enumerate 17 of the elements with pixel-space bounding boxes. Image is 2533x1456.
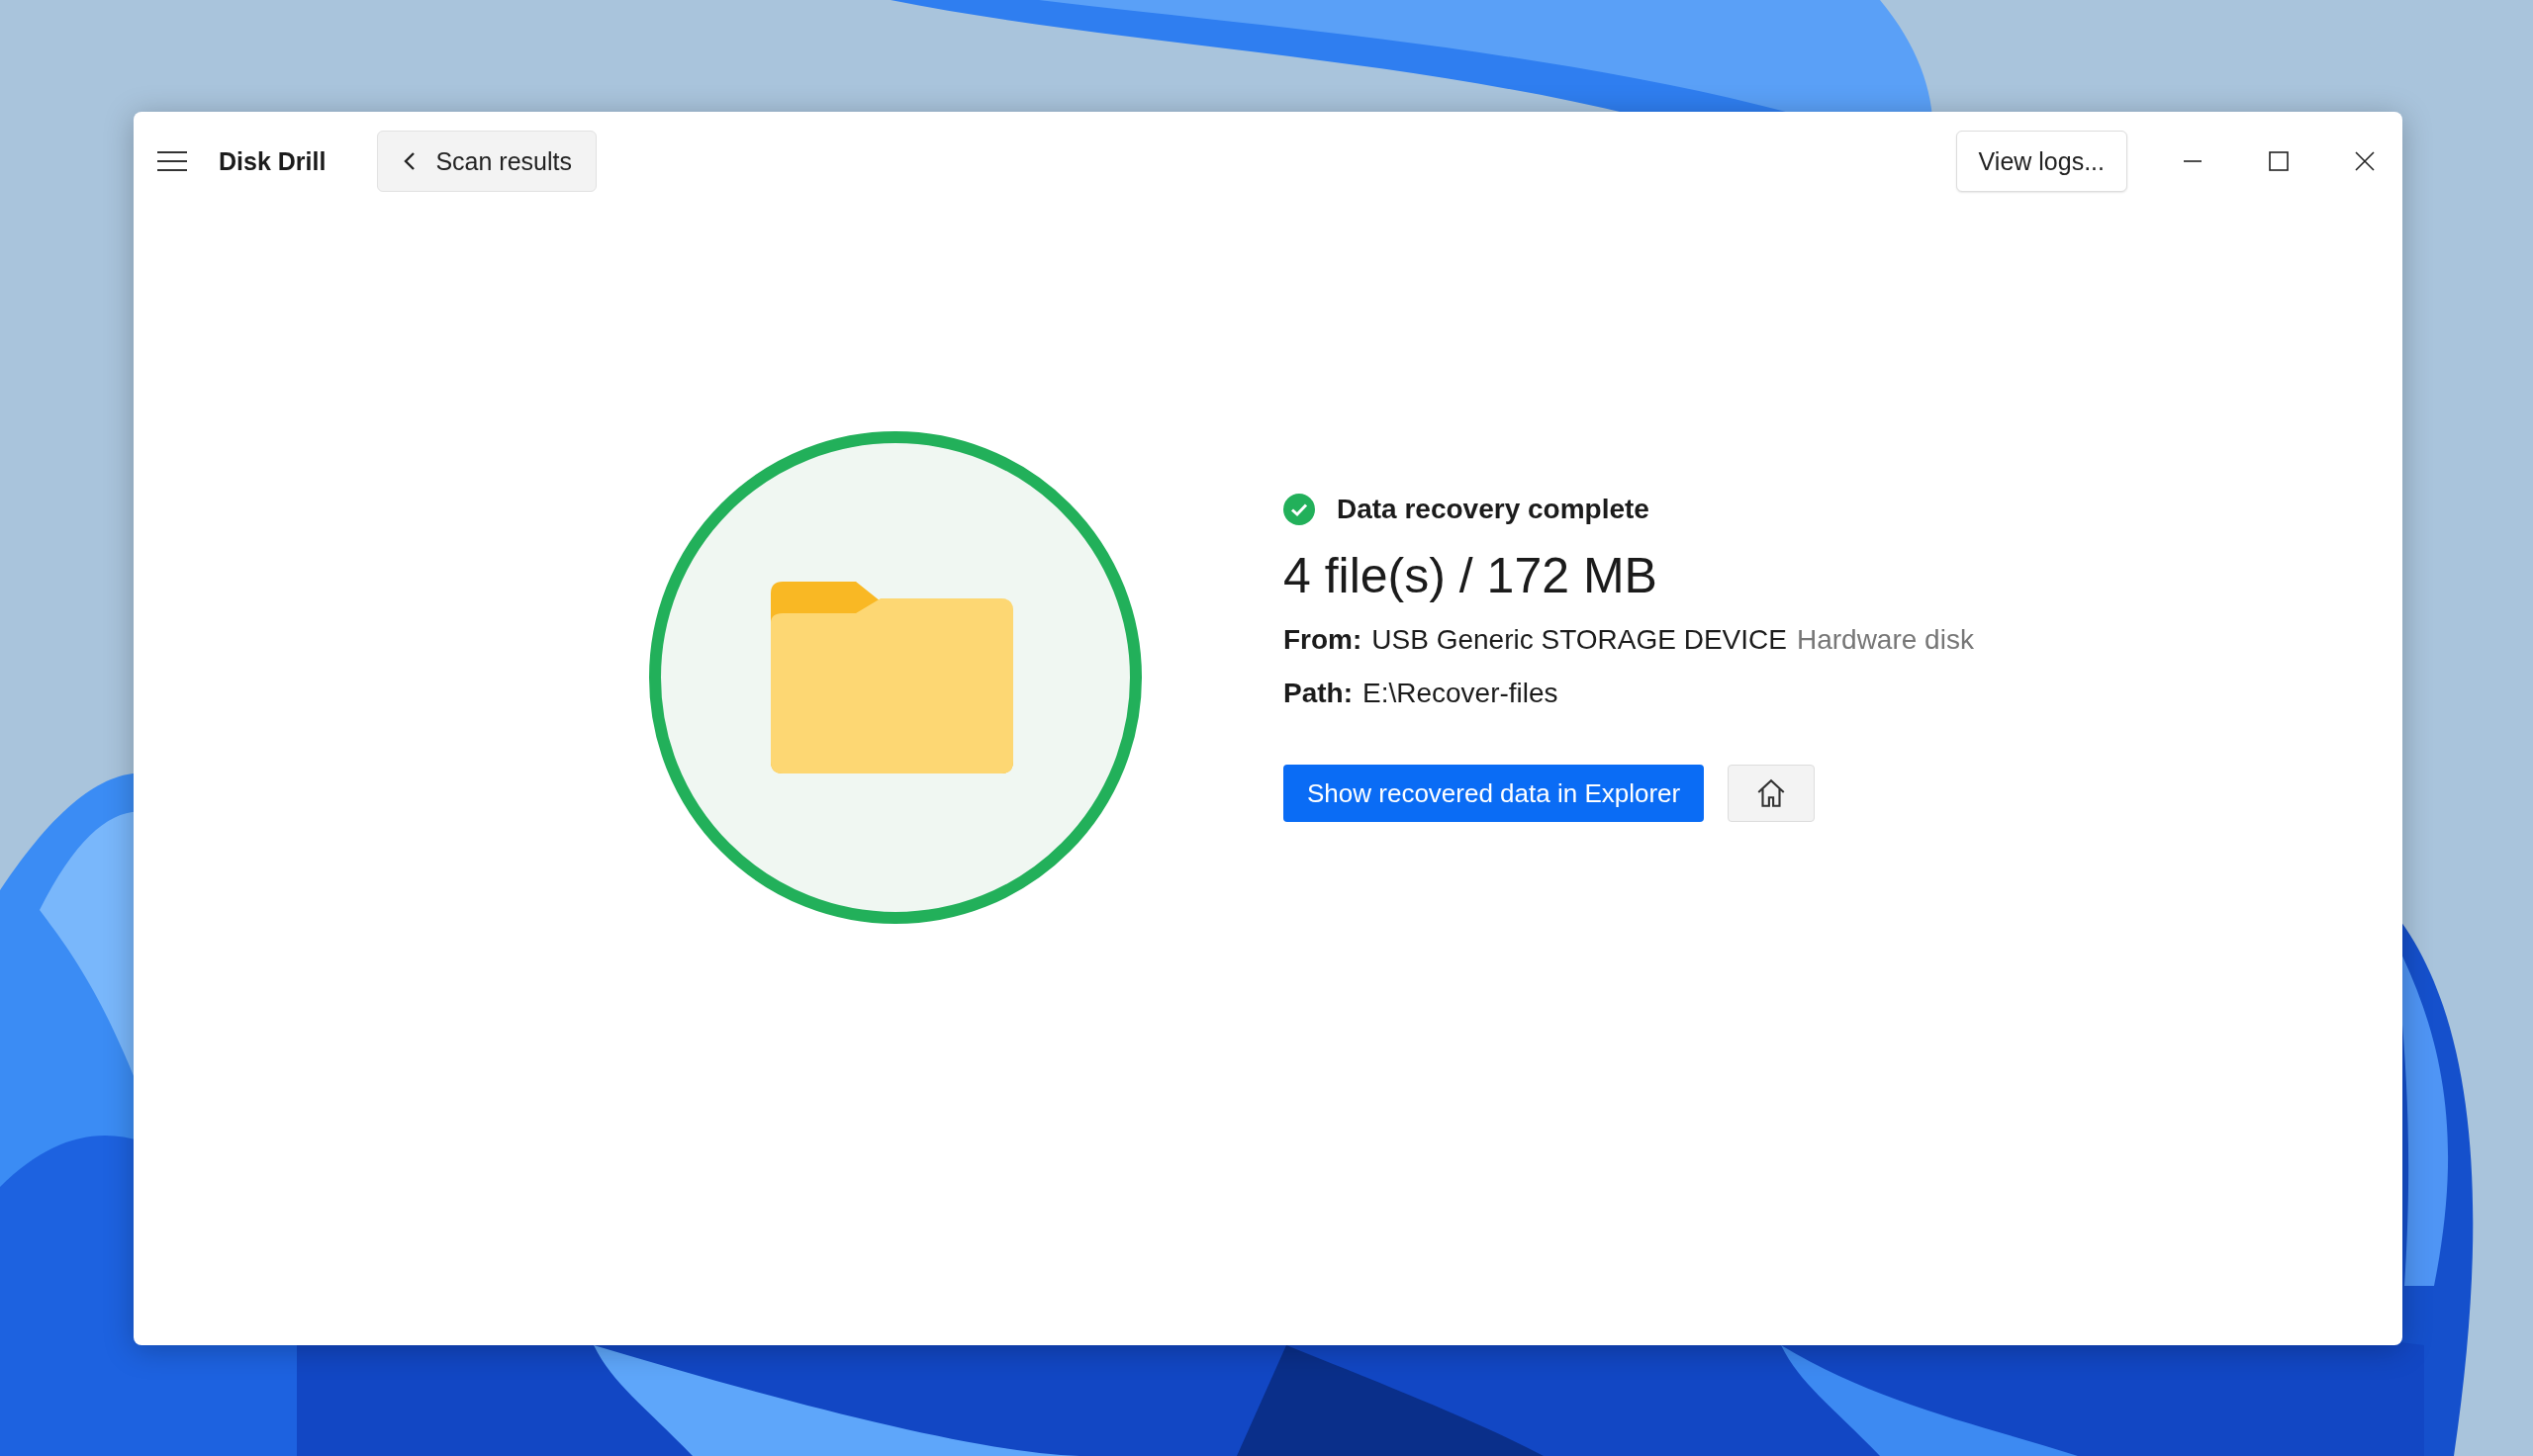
device-name: USB Generic STORAGE DEVICE [1371,624,1787,656]
menu-icon[interactable] [157,150,187,172]
close-icon[interactable] [2355,151,2375,171]
path-value: E:\Recover-files [1362,678,1558,709]
path-label: Path: [1283,678,1353,709]
device-type: Hardware disk [1796,624,1974,656]
show-in-explorer-button[interactable]: Show recovered data in Explorer [1283,765,1705,822]
chevron-left-icon [404,151,417,171]
app-title: Disk Drill [219,146,327,176]
view-logs-button[interactable]: View logs... [1955,131,2127,192]
back-button[interactable]: Scan results [377,131,597,192]
maximize-icon[interactable] [2269,151,2289,171]
home-button[interactable] [1728,765,1816,822]
status-text: Data recovery complete [1337,494,1649,525]
success-icon [1283,494,1315,525]
from-label: From: [1283,624,1362,656]
summary-text: 4 file(s) / 172 MB [1283,547,1658,604]
